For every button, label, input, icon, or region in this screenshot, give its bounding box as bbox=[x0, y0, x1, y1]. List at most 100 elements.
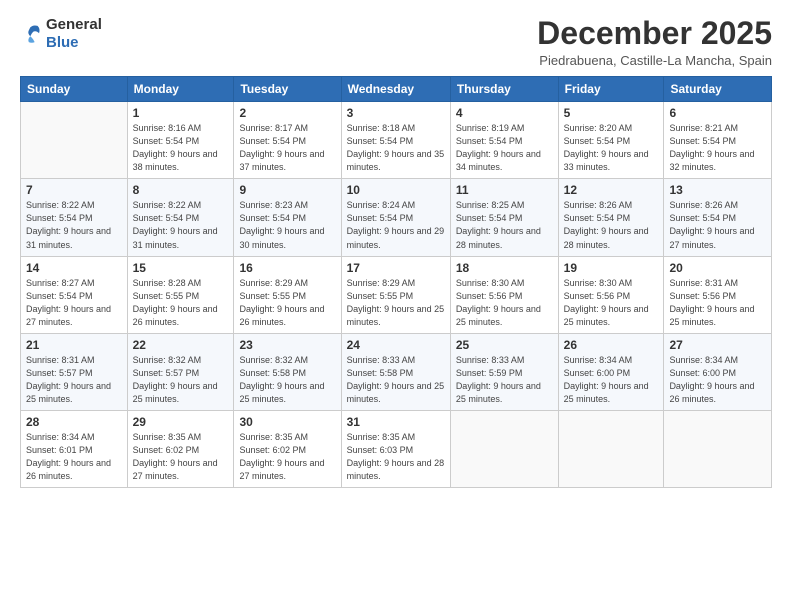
logo-icon bbox=[20, 23, 42, 45]
day-info: Sunrise: 8:24 AMSunset: 5:54 PMDaylight:… bbox=[347, 200, 445, 249]
day-info: Sunrise: 8:35 AMSunset: 6:02 PMDaylight:… bbox=[239, 432, 324, 481]
calendar-cell bbox=[21, 102, 128, 179]
calendar-cell: 24 Sunrise: 8:33 AMSunset: 5:58 PMDayligh… bbox=[341, 333, 450, 410]
calendar-cell: 25 Sunrise: 8:33 AMSunset: 5:59 PMDayligh… bbox=[450, 333, 558, 410]
day-info: Sunrise: 8:29 AMSunset: 5:55 PMDaylight:… bbox=[239, 278, 324, 327]
calendar-cell: 28 Sunrise: 8:34 AMSunset: 6:01 PMDayligh… bbox=[21, 410, 128, 487]
day-info: Sunrise: 8:33 AMSunset: 5:58 PMDaylight:… bbox=[347, 355, 445, 404]
day-number: 1 bbox=[133, 106, 229, 120]
calendar-cell: 21Sunrise: 8:31 AMSunset: 5:57 PMDayligh… bbox=[21, 333, 128, 410]
day-info: Sunrise: 8:26 AMSunset: 5:54 PMDaylight:… bbox=[564, 200, 649, 249]
day-number: 10 bbox=[347, 183, 445, 197]
weekday-header-monday: Monday bbox=[127, 77, 234, 102]
calendar-cell: 19Sunrise: 8:30 AMSunset: 5:56 PMDayligh… bbox=[558, 256, 664, 333]
calendar-cell: 5 Sunrise: 8:20 AMSunset: 5:54 PMDaylight… bbox=[558, 102, 664, 179]
day-number: 17 bbox=[347, 261, 445, 275]
day-number: 23 bbox=[239, 338, 335, 352]
day-info: Sunrise: 8:35 AMSunset: 6:02 PMDaylight:… bbox=[133, 432, 218, 481]
weekday-header-friday: Friday bbox=[558, 77, 664, 102]
title-block: December 2025 Piedrabuena, Castille-La M… bbox=[537, 16, 772, 68]
calendar-cell bbox=[450, 410, 558, 487]
day-info: Sunrise: 8:31 AMSunset: 5:57 PMDaylight:… bbox=[26, 355, 111, 404]
day-number: 7 bbox=[26, 183, 122, 197]
day-info: Sunrise: 8:32 AMSunset: 5:58 PMDaylight:… bbox=[239, 355, 324, 404]
day-info: Sunrise: 8:30 AMSunset: 5:56 PMDaylight:… bbox=[564, 278, 649, 327]
day-info: Sunrise: 8:35 AMSunset: 6:03 PMDaylight:… bbox=[347, 432, 445, 481]
logo: General Blue bbox=[20, 16, 102, 52]
day-number: 11 bbox=[456, 183, 553, 197]
weekday-header-sunday: Sunday bbox=[21, 77, 128, 102]
day-number: 6 bbox=[669, 106, 766, 120]
calendar-cell: 4 Sunrise: 8:19 AMSunset: 5:54 PMDaylight… bbox=[450, 102, 558, 179]
logo-general-text: General bbox=[46, 16, 102, 33]
day-number: 4 bbox=[456, 106, 553, 120]
day-info: Sunrise: 8:22 AMSunset: 5:54 PMDaylight:… bbox=[26, 200, 111, 249]
day-number: 14 bbox=[26, 261, 122, 275]
day-info: Sunrise: 8:20 AMSunset: 5:54 PMDaylight:… bbox=[564, 123, 649, 172]
calendar-cell: 30 Sunrise: 8:35 AMSunset: 6:02 PMDayligh… bbox=[234, 410, 341, 487]
calendar-cell: 2 Sunrise: 8:17 AMSunset: 5:54 PMDaylight… bbox=[234, 102, 341, 179]
day-number: 20 bbox=[669, 261, 766, 275]
header: General Blue December 2025 Piedrabuena, … bbox=[20, 16, 772, 68]
calendar-cell: 17 Sunrise: 8:29 AMSunset: 5:55 PMDayligh… bbox=[341, 256, 450, 333]
day-info: Sunrise: 8:18 AMSunset: 5:54 PMDaylight:… bbox=[347, 123, 445, 172]
calendar-cell: 9 Sunrise: 8:23 AMSunset: 5:54 PMDaylight… bbox=[234, 179, 341, 256]
day-info: Sunrise: 8:21 AMSunset: 5:54 PMDaylight:… bbox=[669, 123, 754, 172]
calendar-cell: 8 Sunrise: 8:22 AMSunset: 5:54 PMDaylight… bbox=[127, 179, 234, 256]
calendar-cell: 7 Sunrise: 8:22 AMSunset: 5:54 PMDaylight… bbox=[21, 179, 128, 256]
calendar-cell: 18 Sunrise: 8:30 AMSunset: 5:56 PMDayligh… bbox=[450, 256, 558, 333]
day-number: 28 bbox=[26, 415, 122, 429]
page: General Blue December 2025 Piedrabuena, … bbox=[0, 0, 792, 612]
calendar-cell: 15 Sunrise: 8:28 AMSunset: 5:55 PMDayligh… bbox=[127, 256, 234, 333]
weekday-header-wednesday: Wednesday bbox=[341, 77, 450, 102]
calendar-cell: 23 Sunrise: 8:32 AMSunset: 5:58 PMDayligh… bbox=[234, 333, 341, 410]
day-number: 3 bbox=[347, 106, 445, 120]
calendar-cell: 29Sunrise: 8:35 AMSunset: 6:02 PMDayligh… bbox=[127, 410, 234, 487]
day-info: Sunrise: 8:19 AMSunset: 5:54 PMDaylight:… bbox=[456, 123, 541, 172]
day-number: 18 bbox=[456, 261, 553, 275]
day-number: 16 bbox=[239, 261, 335, 275]
day-info: Sunrise: 8:34 AMSunset: 6:00 PMDaylight:… bbox=[669, 355, 754, 404]
day-number: 22 bbox=[133, 338, 229, 352]
calendar-cell: 22 Sunrise: 8:32 AMSunset: 5:57 PMDayligh… bbox=[127, 333, 234, 410]
day-number: 12 bbox=[564, 183, 659, 197]
day-number: 24 bbox=[347, 338, 445, 352]
day-info: Sunrise: 8:28 AMSunset: 5:55 PMDaylight:… bbox=[133, 278, 218, 327]
day-number: 26 bbox=[564, 338, 659, 352]
calendar-cell: 20 Sunrise: 8:31 AMSunset: 5:56 PMDayligh… bbox=[664, 256, 772, 333]
day-number: 30 bbox=[239, 415, 335, 429]
day-info: Sunrise: 8:16 AMSunset: 5:54 PMDaylight:… bbox=[133, 123, 218, 172]
day-info: Sunrise: 8:34 AMSunset: 6:00 PMDaylight:… bbox=[564, 355, 649, 404]
day-info: Sunrise: 8:33 AMSunset: 5:59 PMDaylight:… bbox=[456, 355, 541, 404]
logo-blue-text: Blue bbox=[46, 34, 79, 51]
location-subtitle: Piedrabuena, Castille-La Mancha, Spain bbox=[537, 53, 772, 68]
day-number: 15 bbox=[133, 261, 229, 275]
day-number: 5 bbox=[564, 106, 659, 120]
calendar-cell: 11Sunrise: 8:25 AMSunset: 5:54 PMDayligh… bbox=[450, 179, 558, 256]
calendar-cell bbox=[664, 410, 772, 487]
day-info: Sunrise: 8:30 AMSunset: 5:56 PMDaylight:… bbox=[456, 278, 541, 327]
calendar-cell: 16 Sunrise: 8:29 AMSunset: 5:55 PMDayligh… bbox=[234, 256, 341, 333]
day-number: 8 bbox=[133, 183, 229, 197]
day-info: Sunrise: 8:31 AMSunset: 5:56 PMDaylight:… bbox=[669, 278, 754, 327]
day-info: Sunrise: 8:32 AMSunset: 5:57 PMDaylight:… bbox=[133, 355, 218, 404]
day-info: Sunrise: 8:22 AMSunset: 5:54 PMDaylight:… bbox=[133, 200, 218, 249]
weekday-header-saturday: Saturday bbox=[664, 77, 772, 102]
calendar-cell: 27 Sunrise: 8:34 AMSunset: 6:00 PMDayligh… bbox=[664, 333, 772, 410]
day-info: Sunrise: 8:29 AMSunset: 5:55 PMDaylight:… bbox=[347, 278, 445, 327]
day-number: 25 bbox=[456, 338, 553, 352]
day-number: 2 bbox=[239, 106, 335, 120]
month-title: December 2025 bbox=[537, 16, 772, 51]
day-info: Sunrise: 8:34 AMSunset: 6:01 PMDaylight:… bbox=[26, 432, 111, 481]
calendar-cell: 31 Sunrise: 8:35 AMSunset: 6:03 PMDayligh… bbox=[341, 410, 450, 487]
calendar-cell: 13Sunrise: 8:26 AMSunset: 5:54 PMDayligh… bbox=[664, 179, 772, 256]
day-number: 9 bbox=[239, 183, 335, 197]
calendar-cell: 1 Sunrise: 8:16 AMSunset: 5:54 PMDaylight… bbox=[127, 102, 234, 179]
day-info: Sunrise: 8:23 AMSunset: 5:54 PMDaylight:… bbox=[239, 200, 324, 249]
day-info: Sunrise: 8:17 AMSunset: 5:54 PMDaylight:… bbox=[239, 123, 324, 172]
calendar-cell: 12 Sunrise: 8:26 AMSunset: 5:54 PMDayligh… bbox=[558, 179, 664, 256]
calendar-cell: 26 Sunrise: 8:34 AMSunset: 6:00 PMDayligh… bbox=[558, 333, 664, 410]
day-number: 27 bbox=[669, 338, 766, 352]
day-info: Sunrise: 8:26 AMSunset: 5:54 PMDaylight:… bbox=[669, 200, 754, 249]
day-number: 31 bbox=[347, 415, 445, 429]
